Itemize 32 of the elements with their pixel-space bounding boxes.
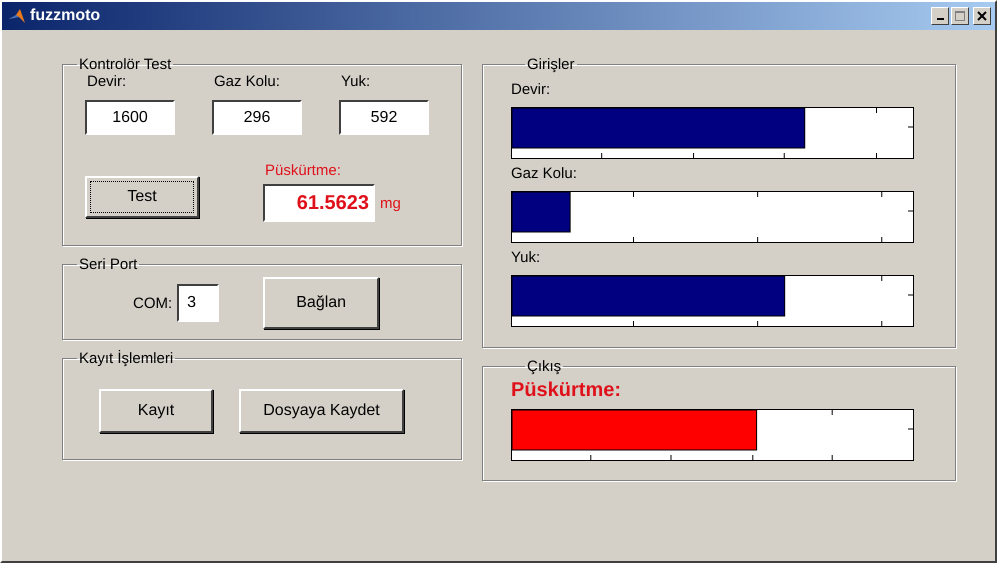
panel-title: Kayıt İşlemleri: [78, 350, 174, 367]
test-button[interactable]: Test: [85, 176, 199, 218]
field-label: COM:: [133, 294, 172, 312]
field-label: Devir:: [86, 73, 128, 90]
maximize-icon: [955, 11, 965, 21]
meter-label: Devir:: [511, 81, 552, 100]
minimize-button[interactable]: [931, 7, 949, 25]
panel-title: Girişler: [526, 56, 576, 73]
save-button[interactable]: Dosyaya Kaydet: [239, 389, 404, 433]
meter-label: Gaz Kolu:: [511, 165, 578, 184]
app-icon: [8, 7, 26, 25]
input-field[interactable]: 3: [177, 284, 220, 322]
window-title: fuzzmoto: [30, 7, 102, 25]
input-field[interactable]: 1600: [85, 100, 175, 135]
maximize-button[interactable]: [951, 7, 969, 25]
record-button[interactable]: Kayıt: [99, 389, 213, 433]
field-label: Gaz Kolu:: [213, 73, 281, 90]
input-field[interactable]: 592: [339, 100, 429, 135]
unit-label: mg: [380, 194, 401, 212]
input-field[interactable]: 296: [212, 100, 302, 135]
output-label: Püskürtme:: [264, 162, 342, 179]
minimize-icon: [936, 18, 944, 20]
panel-title: Seri Port: [78, 256, 138, 273]
output-field[interactable]: 61.5623: [263, 184, 375, 222]
connect-button[interactable]: Bağlan: [263, 277, 380, 329]
field-label: Yuk:: [340, 73, 372, 90]
close-button[interactable]: [973, 7, 991, 25]
panel-title: Kontrolör Test: [78, 56, 172, 73]
panel-title: Çıkış: [526, 358, 562, 375]
meter-label: Püskürtme:: [511, 379, 622, 403]
close-icon: [977, 11, 987, 21]
meter-label: Yuk:: [511, 249, 542, 268]
